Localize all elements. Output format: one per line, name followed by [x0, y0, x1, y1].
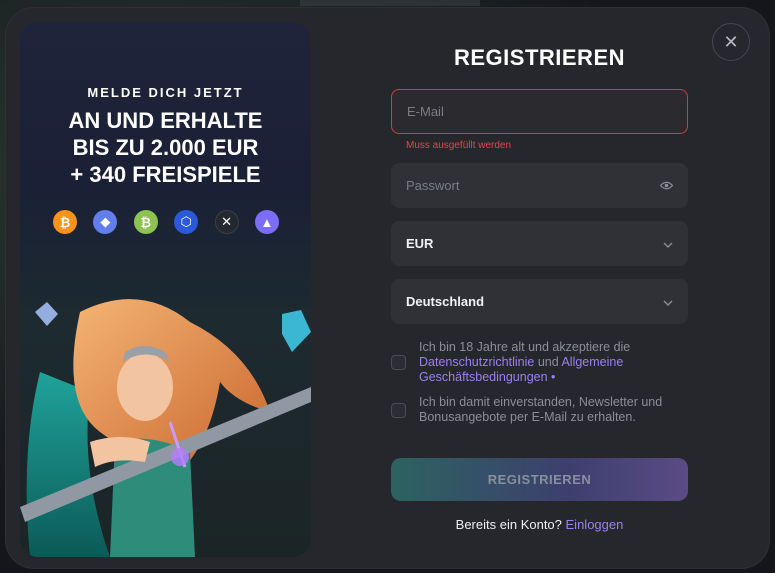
- close-button[interactable]: ✕: [712, 23, 750, 61]
- currency-select[interactable]: EUR: [391, 221, 688, 266]
- newsletter-text: Ich bin damit einverstanden, Newsletter …: [419, 395, 663, 424]
- terms-checkbox[interactable]: [391, 355, 406, 370]
- crypto-icon-row: ₿ ◆ ₿ ⬡ ✕ ▲: [53, 210, 279, 234]
- terms-and: und: [534, 355, 562, 369]
- tron-icon: ▲: [254, 210, 279, 234]
- ethereum-icon: ◆: [93, 210, 118, 234]
- promo-subtitle: MELDE DICH JETZT: [87, 85, 244, 100]
- terms-prefix: Ich bin 18 Jahre alt und akzeptiere die: [419, 340, 631, 354]
- terms-checkbox-row: Ich bin 18 Jahre alt und akzeptiere die …: [391, 340, 691, 385]
- password-field[interactable]: Passwort: [391, 163, 688, 208]
- ripple-icon: ✕: [214, 210, 239, 234]
- register-button[interactable]: REGISTRIEREN: [391, 458, 688, 501]
- promo-title-line: + 340 FREISPIELE: [70, 162, 261, 187]
- chainlink-icon: ⬡: [174, 210, 199, 234]
- close-icon: ✕: [723, 31, 739, 52]
- promo-title: AN UND ERHALTE BIS ZU 2.000 EUR + 340 FR…: [20, 107, 311, 188]
- form-title: REGISTRIEREN: [453, 45, 626, 70]
- newsletter-checkbox[interactable]: [391, 403, 406, 418]
- bitcoin-icon: ₿: [53, 210, 77, 234]
- bitcoin-cash-icon: ₿: [133, 210, 158, 234]
- country-value: Deutschland: [406, 294, 485, 309]
- hero-illustration: [20, 299, 311, 557]
- terms-text: Ich bin 18 Jahre alt und akzeptiere die …: [419, 340, 691, 385]
- password-placeholder: Passwort: [406, 178, 460, 193]
- backdrop-strip: [300, 0, 480, 6]
- login-link[interactable]: Einloggen: [566, 517, 624, 532]
- login-prompt: Bereits ein Konto?: [455, 517, 562, 532]
- privacy-policy-link[interactable]: Datenschutzrichtlinie: [419, 355, 534, 369]
- email-placeholder: E-Mail: [407, 104, 444, 119]
- promo-panel: MELDE DICH JETZT AN UND ERHALTE BIS ZU 2…: [20, 22, 311, 557]
- chevron-down-icon: [663, 295, 673, 309]
- required-mark: •: [547, 370, 556, 384]
- chevron-down-icon: [663, 237, 673, 251]
- login-prompt-row: Bereits ein Konto? Einloggen: [391, 517, 688, 532]
- email-error-message: Muss ausgefüllt werden: [406, 140, 512, 151]
- promo-title-line: BIS ZU 2.000 EUR: [72, 135, 259, 160]
- email-field[interactable]: E-Mail: [391, 89, 688, 134]
- currency-value: EUR: [406, 236, 434, 251]
- newsletter-checkbox-row: Ich bin damit einverstanden, Newsletter …: [391, 395, 691, 425]
- registration-modal: MELDE DICH JETZT AN UND ERHALTE BIS ZU 2…: [6, 8, 769, 568]
- country-select[interactable]: Deutschland: [391, 279, 688, 324]
- promo-title-line: AN UND ERHALTE: [68, 108, 263, 133]
- eye-icon[interactable]: [659, 179, 674, 193]
